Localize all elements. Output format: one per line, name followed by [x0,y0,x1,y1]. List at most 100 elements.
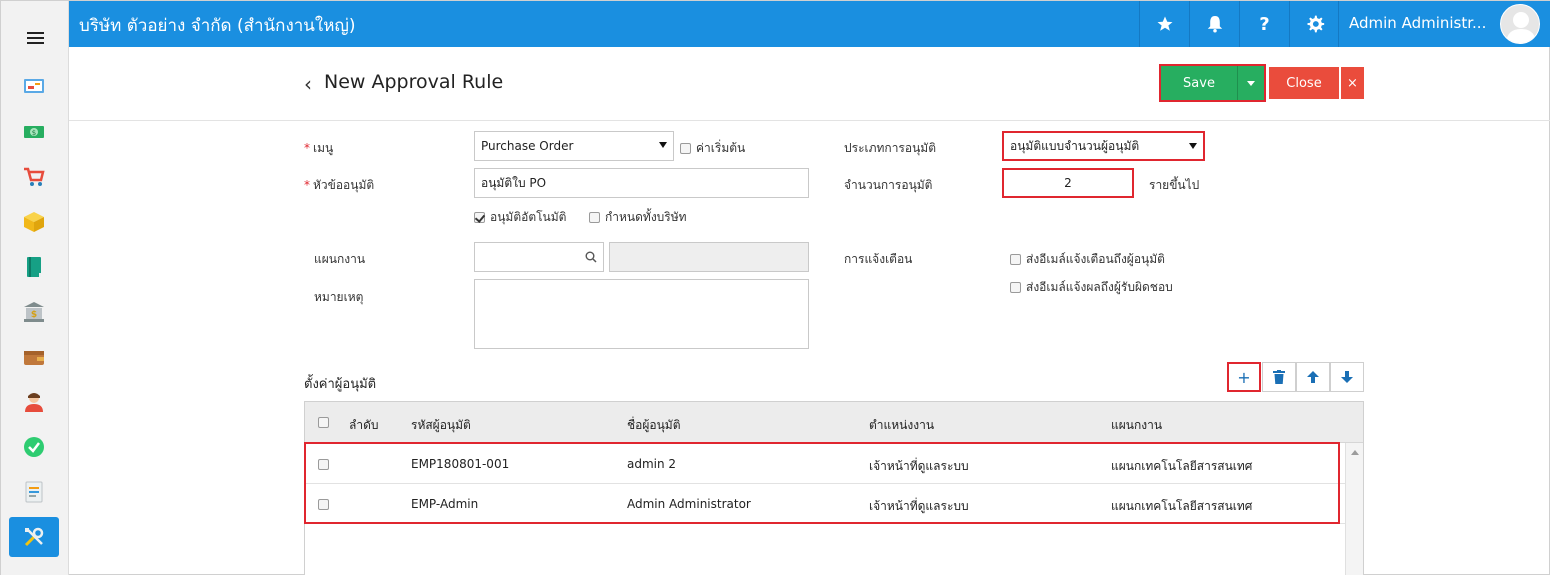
approval-count-suffix: รายขึ้นไป [1149,178,1200,192]
add-approver-button[interactable]: + [1227,362,1261,392]
tools-icon[interactable] [9,517,59,557]
approver-department: แผนกเทคโนโลยีสารสนเทศ [1111,459,1253,473]
column-order[interactable]: ลำดับ [349,416,379,435]
box-icon[interactable] [22,210,46,234]
save-button[interactable]: Save [1161,66,1237,100]
svg-text:$: $ [31,310,37,320]
approver-name: Admin Administrator [627,497,751,511]
notify-label: การแจ้งเตือน [844,252,913,266]
close-button[interactable]: Close [1269,67,1339,99]
gear-icon [1307,15,1324,33]
page-title: New Approval Rule [324,71,504,93]
book-icon[interactable] [22,255,46,279]
dashboard-icon[interactable] [22,74,46,98]
money-icon[interactable]: $ [22,120,46,144]
approval-count-value: 2 [1064,176,1072,190]
approvers-section-title: ตั้งค่าผู้อนุมัติ [304,377,377,392]
help-icon: ? [1259,13,1270,35]
approver-code: EMP180801-001 [411,457,510,471]
approver-position: เจ้าหน้าที่ดูแลระบบ [869,499,969,513]
column-approver-code[interactable]: รหัสผู้อนุมัติ [411,416,471,435]
approval-type-label: ประเภทการอนุมัติ [844,141,936,155]
move-up-button[interactable] [1296,362,1330,392]
search-icon[interactable] [585,251,597,263]
scroll-up-icon[interactable] [1351,450,1359,455]
document-icon[interactable] [22,480,46,504]
wallet-icon[interactable] [22,345,46,369]
approval-type-select[interactable]: อนุมัติแบบจำนวนผู้อนุมัติ [1002,131,1205,161]
column-approver-name[interactable]: ชื่อผู้อนุมัติ [627,416,681,435]
back-icon[interactable]: ‹ [304,72,312,96]
arrow-down-icon [1341,371,1353,383]
auto-approve-label: อนุมัติอัตโนมัติ [490,210,567,224]
note-label: หมายเหตุ [314,290,364,304]
svg-text:$: $ [32,129,36,137]
star-icon [1157,16,1172,31]
user-name: Admin Administr... [1349,14,1487,32]
top-bar: บริษัท ตัวอย่าง จำกัด (สำนักงานใหญ่) ? A… [69,1,1550,47]
approver-department: แผนกเทคโนโลยีสารสนเทศ [1111,499,1253,513]
approval-count-label: จำนวนการอนุมัติ [844,178,933,192]
bell-icon [1207,16,1222,33]
check-circle-icon[interactable] [22,435,46,459]
notify-approver-checkbox[interactable]: ส่งอีเมล์แจ้งเตือนถึงผู้อนุมัติ [1010,250,1165,269]
approval-count-input[interactable]: 2 [1002,168,1134,198]
save-options-button[interactable] [1237,66,1264,100]
table-header: ลำดับ รหัสผู้อนุมัติ ชื่อผู้อนุมัติ ตำแห… [305,402,1363,443]
default-label: ค่าเริ่มต้น [696,141,746,155]
move-down-button[interactable] [1330,362,1364,392]
arrow-up-icon [1307,371,1319,383]
approval-type-value: อนุมัติแบบจำนวนผู้อนุมัติ [1010,138,1140,153]
delete-approver-button[interactable] [1262,362,1296,392]
chevron-down-icon [659,142,667,148]
favorite-button[interactable] [1139,1,1189,47]
table-scrollbar[interactable] [1345,443,1363,575]
approver-position: เจ้าหน้าที่ดูแลระบบ [869,459,969,473]
chevron-down-icon [1189,143,1197,149]
row-checkbox[interactable] [318,499,329,510]
topic-input[interactable]: อนุมัติใบ PO [474,168,809,198]
plus-icon: + [1237,367,1251,387]
company-name: บริษัท ตัวอย่าง จำกัด (สำนักงานใหญ่) [79,16,356,36]
menu-select[interactable]: Purchase Order [474,131,674,161]
approver-code: EMP-Admin [411,497,479,511]
help-button[interactable]: ? [1239,1,1289,47]
sidebar: $ $ [1,1,69,575]
notify-owner-label: ส่งอีเมล์แจ้งผลถึงผู้รับผิดชอบ [1026,280,1173,294]
department-name-field [609,242,809,272]
default-checkbox[interactable]: ค่าเริ่มต้น [680,139,745,158]
notify-approver-label: ส่งอีเมล์แจ้งเตือนถึงผู้อนุมัติ [1026,252,1165,266]
row-checkbox[interactable] [318,459,329,470]
hamburger-icon[interactable] [27,32,44,45]
department-label: แผนกงาน [314,252,366,266]
topic-label: * หัวข้ออนุมัติ [304,178,375,192]
cart-icon[interactable] [22,165,46,189]
save-button-group: Save [1159,64,1266,102]
select-all-checkbox[interactable] [318,417,329,428]
chevron-down-icon [1247,80,1255,86]
trash-icon [1273,370,1285,384]
topic-value: อนุมัติใบ PO [481,175,547,190]
all-company-label: กำหนดทั้งบริษัท [605,210,687,224]
page-header: ‹ New Approval Rule Save Close × [69,47,1550,121]
column-position[interactable]: ตำแหน่งงาน [869,416,934,435]
menu-select-value: Purchase Order [481,139,574,153]
column-department[interactable]: แผนกงาน [1111,416,1162,435]
person-icon[interactable] [22,390,46,414]
bank-icon[interactable]: $ [22,300,46,324]
menu-label: * เมนู [304,141,334,155]
approvers-table: ลำดับ รหัสผู้อนุมัติ ชื่อผู้อนุมัติ ตำแห… [304,401,1364,575]
table-row[interactable]: EMP180801-001 admin 2 เจ้าหน้าที่ดูแลระบ… [305,444,1345,484]
auto-approve-checkbox[interactable]: อนุมัติอัตโนมัติ [474,208,566,227]
notification-button[interactable] [1189,1,1239,47]
department-search-input[interactable] [474,242,604,272]
avatar[interactable] [1500,4,1540,44]
notify-owner-checkbox[interactable]: ส่งอีเมล์แจ้งผลถึงผู้รับผิดชอบ [1010,278,1173,297]
note-textarea[interactable] [474,279,809,349]
settings-button[interactable] [1289,1,1339,47]
user-menu[interactable]: Admin Administr... [1338,1,1550,47]
close-icon[interactable]: × [1340,67,1364,99]
table-row[interactable]: EMP-Admin Admin Administrator เจ้าหน้าที… [305,484,1345,524]
approver-name: admin 2 [627,457,677,471]
all-company-checkbox[interactable]: กำหนดทั้งบริษัท [589,208,687,227]
